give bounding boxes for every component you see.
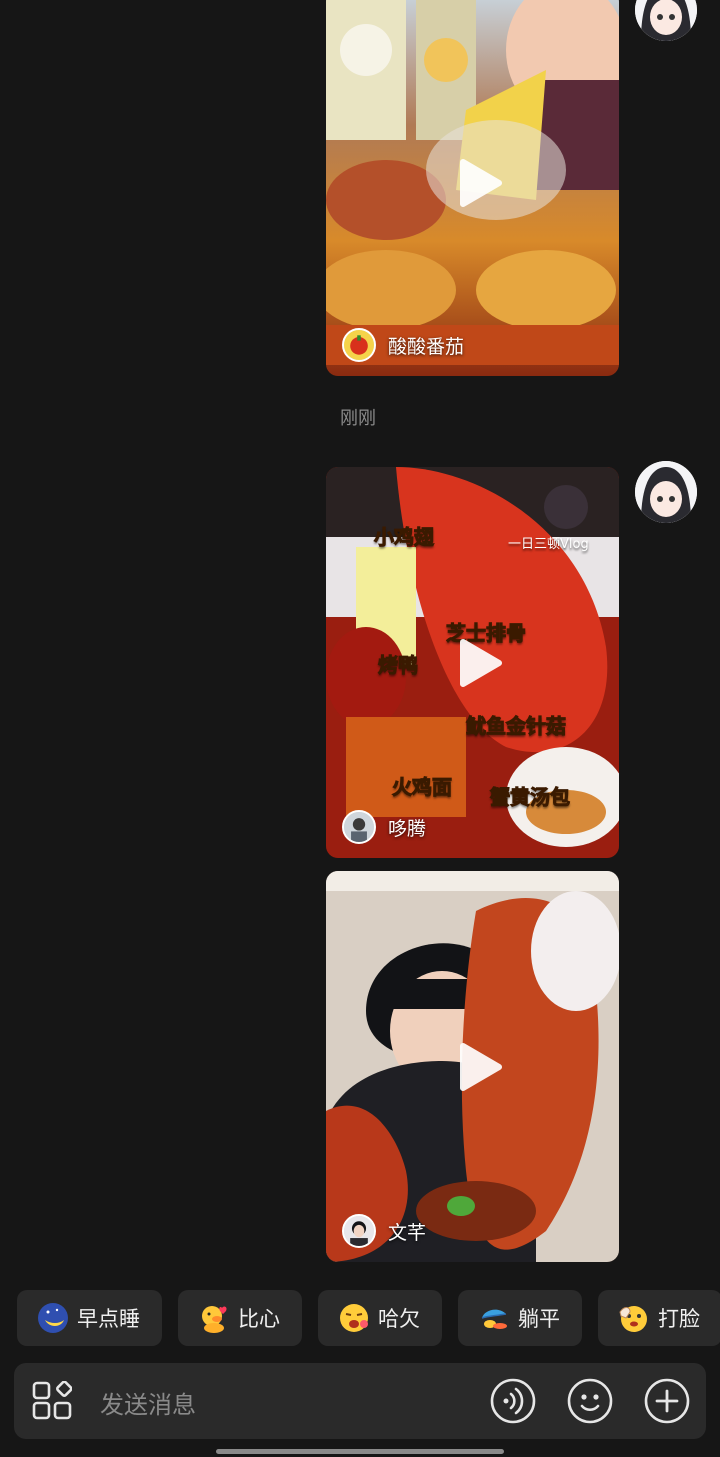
voice-icon[interactable] bbox=[490, 1378, 536, 1424]
quick-reply-chip[interactable]: 躺平 bbox=[458, 1290, 582, 1346]
quick-reply-chip[interactable]: 打脸 bbox=[598, 1290, 720, 1346]
quick-reply-label: 哈欠 bbox=[378, 1307, 420, 1331]
quick-reply-label: 早点睡 bbox=[77, 1307, 140, 1331]
video-caption: 鱿鱼金针菇 bbox=[466, 714, 567, 739]
sender-avatar[interactable] bbox=[635, 461, 697, 523]
video-author: 文芊 bbox=[342, 1214, 426, 1248]
video-caption: 烤鸭 bbox=[378, 653, 419, 678]
video-caption: 小鸡翅 bbox=[374, 525, 435, 550]
video-caption: 一日三顿Vlog bbox=[508, 537, 589, 552]
quick-reply-label: 躺平 bbox=[518, 1307, 560, 1331]
message-input-bar: 发送消息 bbox=[14, 1363, 706, 1439]
author-name: 酸酸番茄 bbox=[388, 335, 465, 358]
chat-screen: 酸酸番茄 刚刚 小鸡翅 一日三顿Vlog 芝士排骨 烤鸭 鱿鱼金针菇 火鸡面 蟹… bbox=[0, 0, 720, 1457]
quick-reply-label: 比心 bbox=[238, 1307, 280, 1331]
play-icon bbox=[459, 638, 502, 687]
sender-avatar[interactable] bbox=[635, 0, 697, 41]
video-card[interactable]: 小鸡翅 一日三顿Vlog 芝士排骨 烤鸭 鱿鱼金针菇 火鸡面 蟹黄汤包 哆腾 bbox=[326, 467, 619, 858]
quick-reply-chip[interactable]: 早点睡 bbox=[17, 1290, 162, 1346]
play-icon bbox=[459, 1042, 502, 1091]
author-avatar bbox=[342, 1214, 376, 1248]
apps-grid-icon[interactable] bbox=[32, 1381, 72, 1421]
video-caption: 火鸡面 bbox=[392, 775, 453, 800]
quick-reply-chip[interactable]: 比心 bbox=[178, 1290, 302, 1346]
quick-reply-label: 打脸 bbox=[658, 1307, 700, 1331]
author-avatar bbox=[342, 810, 376, 844]
video-author: 哆腾 bbox=[342, 810, 426, 844]
author-name: 文芊 bbox=[388, 1221, 427, 1244]
video-card[interactable]: 酸酸番茄 bbox=[326, 0, 619, 376]
emoji-icon[interactable] bbox=[567, 1378, 613, 1424]
author-name: 哆腾 bbox=[388, 817, 427, 840]
video-card[interactable]: 文芊 bbox=[326, 871, 619, 1262]
video-author: 酸酸番茄 bbox=[342, 328, 464, 362]
author-avatar bbox=[342, 328, 376, 362]
plus-icon[interactable] bbox=[644, 1378, 690, 1424]
home-indicator[interactable] bbox=[216, 1449, 504, 1454]
duck-heart-emoji-icon bbox=[202, 1306, 227, 1333]
lie-flat-emoji-icon bbox=[481, 1309, 507, 1329]
quick-reply-chip[interactable]: 哈欠 bbox=[318, 1290, 442, 1346]
moon-sleep-emoji-icon bbox=[38, 1303, 68, 1333]
play-icon bbox=[459, 159, 502, 207]
video-caption: 蟹黄汤包 bbox=[490, 785, 571, 810]
message-timestamp: 刚刚 bbox=[340, 408, 376, 429]
yawn-emoji-icon bbox=[340, 1304, 368, 1332]
quick-reply-bar: 早点睡 比心 哈欠 躺平 打脸 bbox=[17, 1290, 720, 1346]
message-input[interactable]: 发送消息 bbox=[100, 1385, 196, 1420]
face-slap-emoji-icon bbox=[619, 1306, 647, 1332]
